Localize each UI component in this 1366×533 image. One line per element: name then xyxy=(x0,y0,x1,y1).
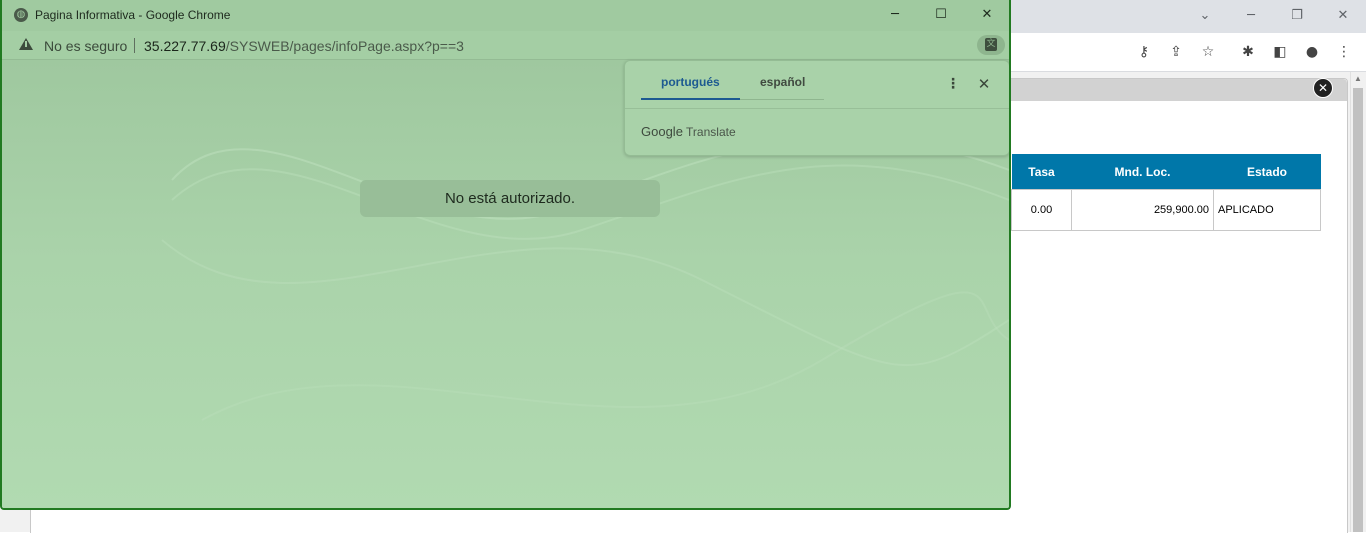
tab-divider-line xyxy=(740,99,824,100)
not-secure-label[interactable]: No es seguro xyxy=(44,38,127,54)
background-scrollbar[interactable]: ▲ xyxy=(1350,72,1365,532)
translate-options-menu-icon[interactable]: ⋮ xyxy=(945,74,961,94)
table-row[interactable]: 0.00 259,900.00 APLICADO xyxy=(1011,189,1321,231)
browser-menu-icon[interactable]: ⋮ xyxy=(1334,42,1354,62)
results-table: Tasa Mnd. Loc. Estado 0.00 259,900.00 AP… xyxy=(1011,154,1321,231)
globe-icon: ◍ xyxy=(14,8,28,22)
popup-address-bar[interactable]: No es seguro 35.227.77.69/SYSWEB/pages/i… xyxy=(2,31,1009,60)
google-translate-brand: Google Translate xyxy=(641,124,736,139)
url-host: 35.227.77.69 xyxy=(144,38,226,54)
key-icon[interactable]: ⚷ xyxy=(1134,42,1154,62)
popup-titlebar[interactable]: ◍ Pagina Informativa - Google Chrome ─ ☐… xyxy=(2,0,1009,31)
popup-window: ◍ Pagina Informativa - Google Chrome ─ ☐… xyxy=(0,0,1011,510)
active-tab-indicator xyxy=(641,98,740,100)
bookmark-star-icon[interactable]: ☆ xyxy=(1198,42,1218,62)
address-divider xyxy=(134,38,135,53)
translate-bubble: portugués español ⋮ ✕ Google Translate xyxy=(624,60,1009,156)
table-cell-mnd-loc: 259,900.00 xyxy=(1071,189,1214,231)
warning-icon-mark xyxy=(25,41,27,47)
brand-google-text: Google xyxy=(641,124,683,139)
tab-portugues[interactable]: portugués xyxy=(661,75,720,89)
table-header-row: Tasa Mnd. Loc. Estado xyxy=(1011,154,1321,190)
translate-icon: 文 xyxy=(985,38,997,51)
background-restore-button[interactable]: ❐ xyxy=(1286,6,1308,26)
background-minimize-button[interactable]: ─ xyxy=(1240,6,1262,26)
side-panel-icon[interactable]: ◧ xyxy=(1270,42,1290,62)
table-header-tasa: Tasa xyxy=(1011,154,1072,190)
url-path: /SYSWEB/pages/infoPage.aspx?p==3 xyxy=(225,38,464,54)
tab-search-chevron-icon[interactable]: ⌄ xyxy=(1194,6,1216,26)
table-header-estado: Estado xyxy=(1213,154,1321,190)
scroll-up-arrow-icon[interactable]: ▲ xyxy=(1351,72,1365,86)
popup-close-button[interactable]: ✕ xyxy=(975,5,999,25)
modal-close-icon[interactable]: ✕ xyxy=(1313,78,1333,98)
tab-espanol[interactable]: español xyxy=(760,75,805,89)
background-close-button[interactable]: ✕ xyxy=(1332,6,1354,26)
table-cell-tasa: 0.00 xyxy=(1011,189,1072,231)
table-cell-estado: APLICADO xyxy=(1213,189,1321,231)
table-header-mnd-loc: Mnd. Loc. xyxy=(1071,154,1214,190)
share-icon[interactable]: ⇪ xyxy=(1166,42,1186,62)
extensions-puzzle-icon[interactable]: ✱ xyxy=(1238,42,1258,62)
translate-close-icon[interactable]: ✕ xyxy=(976,74,992,94)
popup-maximize-button[interactable]: ☐ xyxy=(929,5,953,25)
url-text[interactable]: 35.227.77.69/SYSWEB/pages/infoPage.aspx?… xyxy=(144,38,464,54)
profile-avatar-icon[interactable]: ● xyxy=(1302,42,1322,62)
popup-minimize-button[interactable]: ─ xyxy=(883,5,907,25)
bubble-separator xyxy=(625,108,1009,109)
brand-translate-text: Translate xyxy=(686,125,736,139)
not-authorized-message: No está autorizado. xyxy=(360,180,660,217)
popup-window-title: Pagina Informativa - Google Chrome xyxy=(35,8,231,22)
translate-button[interactable]: 文 xyxy=(977,35,1005,55)
scrollbar-thumb[interactable] xyxy=(1353,88,1363,532)
